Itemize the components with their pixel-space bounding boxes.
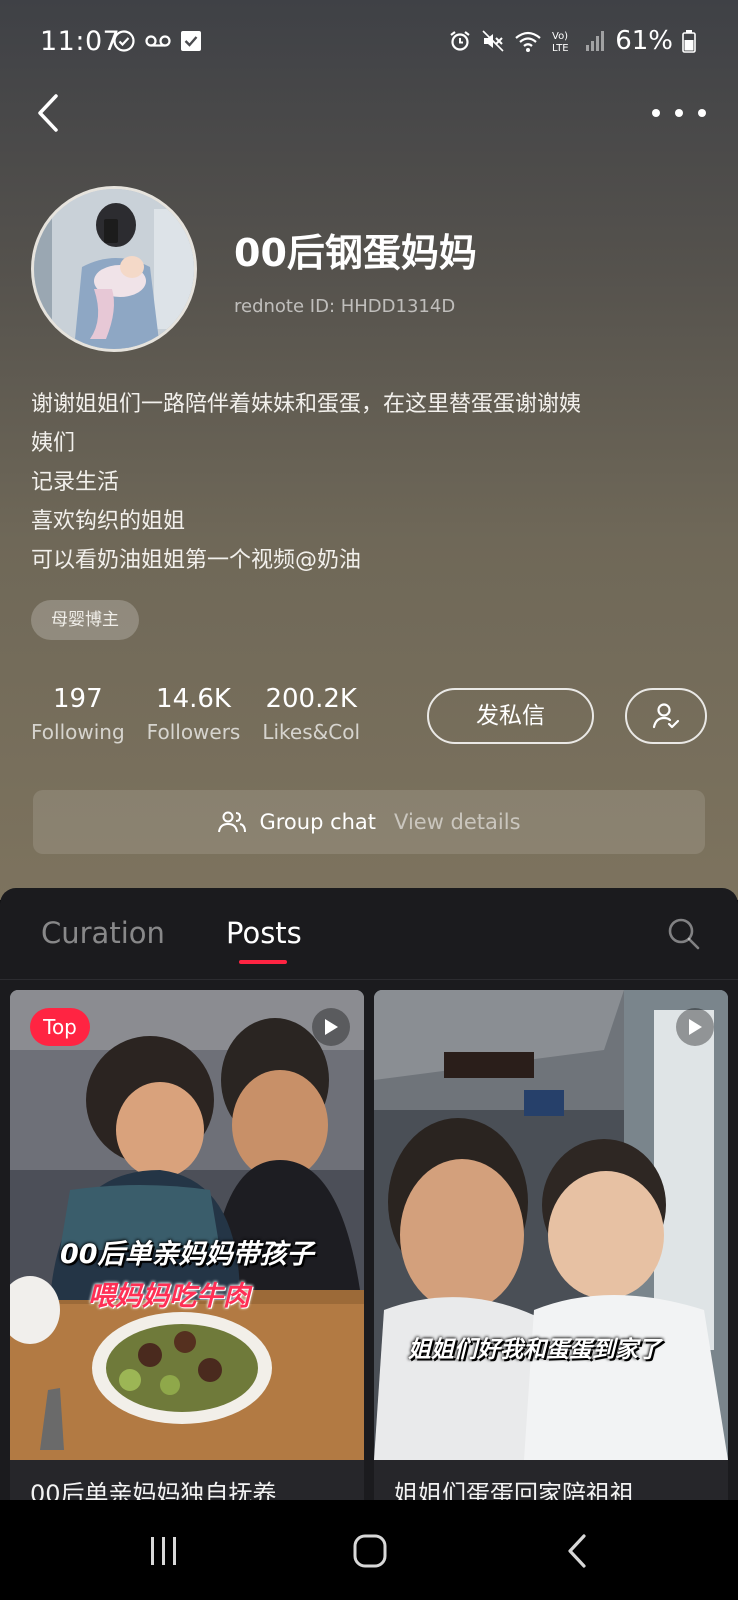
post-overlay-text: 00后单亲妈妈带孩子 (60, 1239, 314, 1270)
status-time: 11:07 (40, 26, 121, 57)
avatar-photo (34, 189, 194, 349)
home-icon (353, 1534, 387, 1568)
mute-icon (482, 30, 504, 52)
stat-likes-collections[interactable]: 200.2K Likes&Col (262, 683, 360, 749)
more-icon-dot (698, 109, 706, 117)
avatar[interactable] (31, 186, 197, 352)
post-title: 姐姐们蛋蛋回家陪祖祖 (394, 1480, 634, 1500)
recent-apps-icon (151, 1537, 176, 1565)
pinned-badge: Top (30, 1008, 90, 1046)
search-button[interactable] (666, 916, 702, 952)
voicemail-icon (145, 35, 171, 47)
signal-icon (586, 31, 605, 51)
active-tab-indicator (239, 960, 287, 964)
stat-value: 14.6K (156, 684, 231, 714)
stat-label: Followers (146, 720, 241, 744)
post-card[interactable]: Top 00后单亲妈妈带孩子 喂妈妈吃牛肉 00后单亲妈妈独自抚养 (10, 990, 364, 1500)
group-icon (218, 811, 247, 833)
group-chat-detail: View details (394, 810, 521, 834)
back-button[interactable] (30, 88, 74, 138)
back-icon (568, 1534, 586, 1568)
bio-line: 谢谢姐姐们一路陪伴着妹妹和蛋蛋，在这里替蛋蛋谢谢姨 (31, 392, 582, 417)
send-message-button[interactable]: 发私信 (427, 688, 594, 744)
play-icon (325, 1019, 338, 1035)
group-chat-label: Group chat (259, 810, 377, 834)
svg-text:LTE: LTE (552, 43, 569, 54)
stat-value: 200.2K (265, 684, 357, 714)
battery-percentage: 61% (615, 26, 673, 56)
tab-curation[interactable]: Curation (41, 916, 165, 950)
post-title: 00后单亲妈妈独自抚养 (30, 1480, 277, 1500)
post-thumbnail (10, 990, 364, 1460)
nav-back-button[interactable] (554, 1530, 602, 1572)
bio-line: 可以看奶油姐姐第一个视频@奶油 (31, 548, 362, 573)
back-arrow-icon (38, 94, 58, 132)
wifi-icon (515, 31, 541, 52)
battery-icon (682, 30, 696, 53)
group-chat-banner[interactable]: Group chat View details (33, 790, 705, 854)
bio-line: 喜欢钩织的姐姐 (31, 509, 186, 534)
bio-line: 记录生活 (31, 470, 120, 495)
checkbox-icon (181, 31, 201, 51)
more-icon (652, 109, 660, 117)
alarm-icon (450, 31, 470, 51)
more-options-button[interactable] (652, 98, 706, 128)
profile-username: 00后钢蛋妈妈 (234, 231, 477, 275)
system-nav-bar (0, 1500, 738, 1600)
stat-value: 197 (53, 684, 103, 714)
volte-icon: Vo) LTE (552, 31, 569, 54)
stat-following[interactable]: 197 Following (31, 683, 125, 749)
stat-followers[interactable]: 14.6K Followers (147, 683, 241, 749)
follow-button[interactable] (625, 688, 707, 744)
status-bar: 11:07 Vo) LTE 61% (0, 0, 738, 90)
post-overlay-text: 喂妈妈吃牛肉 (88, 1281, 250, 1312)
search-icon (668, 918, 700, 950)
profile-rednote-id[interactable]: rednote ID: HHDD1314D (234, 296, 455, 317)
profile-stats: 197 Following 14.6K Followers 200.2K Lik… (31, 683, 382, 749)
more-icon-dot (675, 109, 683, 117)
stat-label: Following (31, 720, 125, 744)
post-overlay-text: 姐姐们好我和蛋蛋到家了 (408, 1337, 661, 1363)
play-icon (689, 1019, 702, 1035)
check-circle-icon (113, 30, 135, 52)
post-card[interactable]: 姐姐们好我和蛋蛋到家了 姐姐们蛋蛋回家陪祖祖 (374, 990, 728, 1500)
tab-bar: Curation Posts (0, 888, 738, 980)
svg-text:Vo): Vo) (552, 31, 568, 42)
posts-panel: Curation Posts Top 00后单亲妈妈带孩子 喂妈妈吃牛肉 00后… (0, 888, 738, 1500)
bio-line: 姨们 (31, 431, 76, 456)
tab-posts[interactable]: Posts (226, 916, 302, 950)
home-button[interactable] (346, 1530, 394, 1572)
profile-tag[interactable]: 母婴博主 (31, 600, 139, 640)
user-check-icon (652, 703, 680, 729)
video-indicator (676, 1008, 714, 1046)
video-indicator (312, 1008, 350, 1046)
recent-apps-button[interactable] (140, 1530, 188, 1572)
profile-bio: 谢谢姐姐们一路陪伴着妹妹和蛋蛋，在这里替蛋蛋谢谢姨 姨们 记录生活 喜欢钩织的姐… (31, 385, 711, 580)
stat-label: Likes&Col (262, 720, 361, 744)
post-thumbnail (374, 990, 728, 1460)
